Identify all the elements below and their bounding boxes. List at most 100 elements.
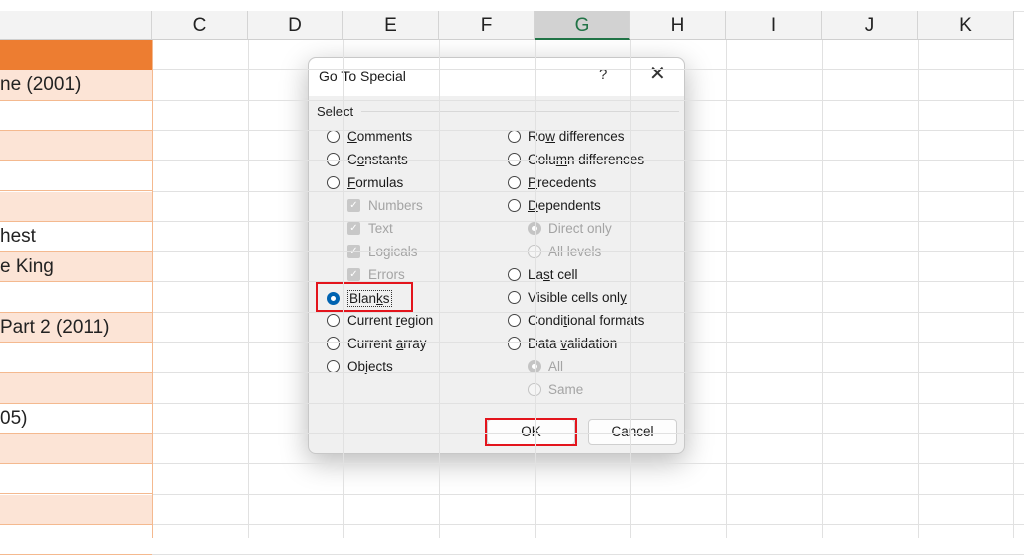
access-key: F — [347, 175, 356, 190]
label-text: ional formats — [567, 313, 645, 328]
table-cell[interactable]: e King — [0, 252, 152, 283]
label-text: Errors — [368, 267, 405, 282]
table-border — [152, 40, 153, 538]
option-visible-cells-only[interactable]: Visible cells only — [508, 290, 627, 305]
radio-icon[interactable] — [508, 314, 521, 327]
label-text: omments — [356, 129, 413, 144]
radio-icon[interactable] — [508, 268, 521, 281]
radio-icon[interactable] — [508, 199, 521, 212]
label-text: ependents — [537, 198, 601, 213]
option-dependents[interactable]: Dependents — [508, 198, 601, 213]
grid-row-line — [152, 99, 1024, 101]
option-numbers: ✓ Numbers — [347, 198, 423, 213]
grid-row-line — [152, 523, 1024, 525]
option-formulas[interactable]: Formulas — [327, 175, 403, 190]
label-text: Condi — [528, 313, 564, 328]
label-text: Current — [347, 313, 396, 328]
table-cell[interactable] — [0, 282, 152, 313]
table-cell[interactable]: ne (2001) — [0, 70, 152, 101]
grid-row-line — [152, 69, 1024, 71]
column-header-k[interactable]: K — [918, 11, 1014, 40]
table-cell[interactable] — [0, 130, 152, 162]
access-key: C — [347, 129, 357, 144]
table-cell[interactable]: hest — [0, 221, 152, 253]
label-text: t cell — [549, 267, 578, 282]
grid-row-line — [152, 342, 1024, 343]
column-header-g[interactable]: G — [535, 11, 630, 40]
option-label: Data validation — [528, 336, 617, 351]
radio-icon[interactable] — [327, 176, 340, 189]
table-cell[interactable] — [0, 433, 152, 465]
radio-icon[interactable] — [327, 314, 340, 327]
column-header-a[interactable] — [0, 11, 152, 40]
table-cell[interactable] — [0, 191, 152, 222]
option-label: Errors — [368, 267, 405, 282]
table-cell[interactable] — [0, 343, 152, 374]
dialog-title: Go To Special — [319, 68, 406, 84]
option-last-cell[interactable]: Last cell — [508, 267, 578, 282]
go-to-special-dialog: Go To Special ? ✕ Select CommentsConstan… — [308, 57, 685, 454]
table-cell[interactable] — [0, 464, 152, 495]
option-errors: ✓ Errors — [347, 267, 405, 282]
table-header-cell[interactable] — [0, 40, 152, 71]
grid-row-line — [152, 372, 1024, 374]
option-direct-only: Direct only — [528, 221, 612, 236]
label-text: Visible cells onl — [528, 290, 621, 305]
grid-row-line — [152, 160, 1024, 162]
table-cell[interactable] — [0, 373, 152, 404]
access-key: D — [528, 198, 538, 213]
radio-icon[interactable] — [327, 130, 340, 143]
label-text: egion — [400, 313, 434, 328]
label-text: Direct only — [548, 221, 612, 236]
grid-row-line — [152, 493, 1024, 495]
option-row-differences[interactable]: Row differences — [508, 129, 625, 144]
option-precedents[interactable]: Precedents — [508, 175, 596, 190]
grid-row-line — [152, 463, 1024, 465]
option-same: Same — [528, 382, 583, 397]
checkbox-icon: ✓ — [347, 222, 360, 235]
grid-row-line — [152, 281, 1024, 283]
option-label: Direct only — [548, 221, 612, 236]
option-label: Comments — [347, 129, 412, 144]
table-cell[interactable] — [0, 524, 152, 555]
column-header-c[interactable]: C — [152, 11, 248, 40]
option-comments[interactable]: Comments — [327, 129, 412, 144]
option-label: Current region — [347, 313, 433, 328]
label-text: recedents — [537, 175, 597, 190]
grid-row-line — [152, 220, 1024, 222]
option-current-array[interactable]: Current array — [327, 336, 427, 351]
column-header-f[interactable]: F — [439, 11, 535, 40]
dialog-titlebar: Go To Special ? ✕ — [309, 58, 684, 96]
radio-icon[interactable] — [508, 337, 521, 350]
option-conditional-formats[interactable]: Conditional formats — [508, 313, 644, 328]
column-header-e[interactable]: E — [343, 11, 439, 40]
label-text: differences — [555, 129, 625, 144]
close-button[interactable]: ✕ — [649, 64, 666, 84]
radio-icon[interactable] — [508, 130, 521, 143]
column-header-i[interactable]: I — [726, 11, 822, 40]
radio-icon[interactable] — [508, 176, 521, 189]
radio-icon[interactable] — [327, 360, 340, 373]
label-text: Numbers — [368, 198, 423, 213]
column-header-j[interactable]: J — [822, 11, 918, 40]
column-header-d[interactable]: D — [248, 11, 343, 40]
table-cell[interactable] — [0, 161, 152, 192]
option-label: Conditional formats — [528, 313, 644, 328]
radio-icon[interactable] — [508, 291, 521, 304]
column-header-h[interactable]: H — [630, 11, 726, 40]
group-divider — [361, 111, 679, 112]
checkbox-icon: ✓ — [347, 268, 360, 281]
table-cell[interactable]: 05) — [0, 403, 152, 434]
table-cell[interactable]: Part 2 (2011) — [0, 312, 152, 343]
label-text: alidation — [567, 336, 618, 351]
radio-icon[interactable] — [327, 337, 340, 350]
option-label: Numbers — [368, 198, 423, 213]
option-label: Text — [368, 221, 393, 236]
grid-row-line — [152, 190, 1024, 192]
table-cell[interactable] — [0, 100, 152, 131]
option-data-validation[interactable]: Data validation — [508, 336, 617, 351]
access-key: y — [620, 290, 627, 305]
option-label: Current array — [347, 336, 427, 351]
table-cell[interactable] — [0, 494, 152, 525]
label-text: Data — [528, 336, 561, 351]
